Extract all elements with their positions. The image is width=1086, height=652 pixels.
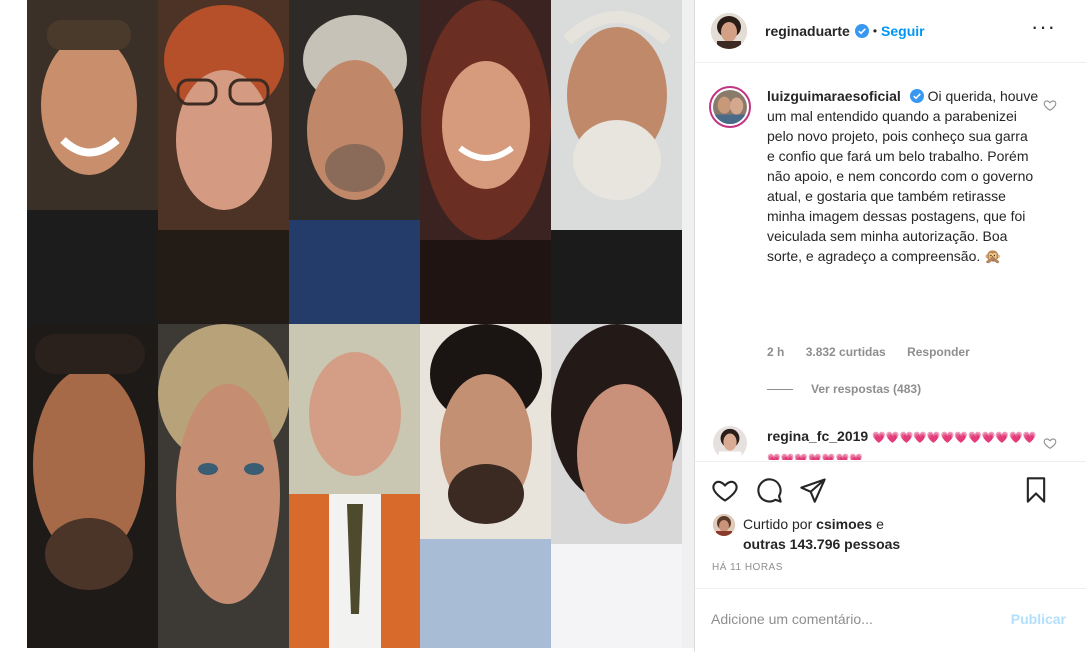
share-icon[interactable]: [799, 476, 827, 504]
comment-body: regina_fc_2019 💗💗💗💗💗💗💗💗💗💗💗💗💗💗💗💗💗💗💗: [767, 426, 1039, 460]
commenter-avatar[interactable]: [713, 426, 747, 460]
post-actions: Curtido por csimoes e outras 143.796 pes…: [695, 461, 1086, 596]
post-timestamp[interactable]: HÁ 11 HORAS: [712, 562, 783, 573]
portrait-7: [158, 324, 289, 648]
comment-input[interactable]: [711, 610, 1011, 627]
view-replies-label[interactable]: Ver respostas (483): [811, 382, 921, 396]
photo-gutter: [682, 0, 694, 648]
comment-item: regina_fc_2019 💗💗💗💗💗💗💗💗💗💗💗💗💗💗💗💗💗💗💗: [709, 426, 1057, 460]
post-panel: reginaduarte • Seguir ··· luizguimaraeso…: [694, 0, 1086, 652]
more-icon[interactable]: ···: [1031, 14, 1056, 40]
liked-by-line: Curtido por csimoes e: [743, 514, 884, 534]
follow-button[interactable]: Seguir: [881, 23, 925, 39]
comment-icon[interactable]: [755, 476, 783, 504]
reply-button[interactable]: Responder: [907, 345, 970, 359]
portrait-9: [420, 324, 551, 648]
comment-like-icon[interactable]: [1043, 436, 1057, 450]
commenter-avatar[interactable]: [709, 86, 751, 128]
comment-like-icon[interactable]: [1043, 98, 1057, 112]
portrait-5: [551, 0, 682, 324]
author-avatar[interactable]: [711, 13, 747, 49]
verified-icon: [909, 89, 924, 103]
commenter-username[interactable]: regina_fc_2019: [767, 428, 868, 444]
portrait-6: [27, 324, 158, 648]
liked-by-prefix: Curtido por: [743, 516, 813, 532]
comments-list[interactable]: luizguimaraesoficial Oi querida, houve u…: [695, 64, 1086, 460]
comment-text: Oi querida, houve um mal entendido quand…: [767, 88, 1039, 264]
portrait-4: [420, 0, 551, 324]
liked-by-others[interactable]: outras 143.796 pessoas: [743, 534, 900, 554]
portrait-10: [551, 324, 682, 648]
comment-meta: 2 h 3.832 curtidas Responder: [767, 345, 988, 359]
liker-avatar[interactable]: [713, 514, 735, 536]
portrait-3: [289, 0, 420, 324]
post-photo[interactable]: [27, 0, 694, 648]
commenter-username[interactable]: luizguimaraesoficial: [767, 88, 901, 104]
liked-by-connector: e: [876, 516, 884, 532]
heart-icon[interactable]: [711, 476, 739, 504]
comment-likes[interactable]: 3.832 curtidas: [806, 345, 886, 359]
comment-time: 2 h: [767, 345, 785, 359]
add-comment-bar: Publicar: [695, 588, 1086, 648]
view-replies[interactable]: Ver respostas (483): [767, 382, 921, 396]
portrait-1: [27, 0, 158, 324]
separator-dot: •: [872, 24, 878, 38]
verified-icon: [854, 24, 869, 38]
post-header: reginaduarte • Seguir ···: [695, 0, 1086, 63]
liked-by-user[interactable]: csimoes: [816, 516, 872, 532]
bookmark-icon[interactable]: [1022, 476, 1050, 504]
comment-item: luizguimaraesoficial Oi querida, houve u…: [709, 86, 1057, 406]
replies-line: [767, 388, 793, 390]
author-username[interactable]: reginaduarte: [765, 23, 850, 39]
comment-body: luizguimaraesoficial Oi querida, houve u…: [767, 86, 1039, 266]
publish-button[interactable]: Publicar: [1011, 611, 1066, 627]
portrait-collage: [27, 0, 682, 648]
portrait-8: [289, 324, 420, 648]
portrait-2: [158, 0, 289, 324]
